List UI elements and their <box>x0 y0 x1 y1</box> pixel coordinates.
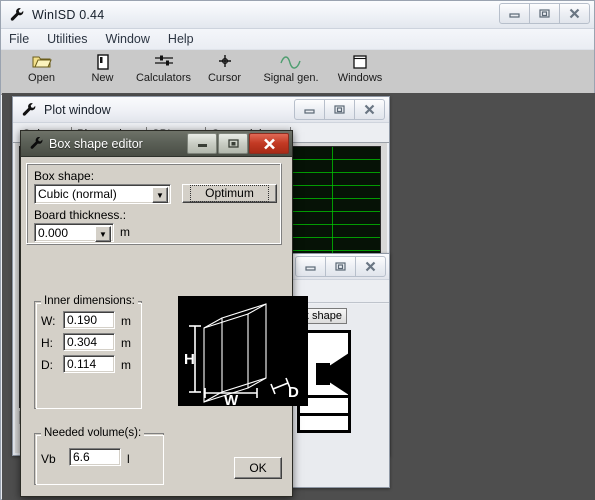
toolbar-button-signal-gen[interactable]: Signal gen. <box>255 50 327 95</box>
driver-window-titlebar <box>291 254 389 280</box>
plot-window-titlebar: Plot window <box>13 97 389 123</box>
height-label: H: <box>41 336 53 350</box>
width-unit: m <box>121 314 131 328</box>
inner-dimensions-legend: Inner dimensions: <box>41 295 138 307</box>
toolbar-button-cursor[interactable]: Cursor <box>194 50 255 95</box>
chevron-down-icon[interactable]: ▼ <box>95 226 111 242</box>
speaker-magnet-shape <box>316 363 330 385</box>
crosshair-cursor-icon <box>216 53 234 71</box>
toolbar-label-calculators: Calculators <box>135 72 192 84</box>
menubar: File Utilities Window Help <box>1 29 594 50</box>
app-title: WinISD 0.44 <box>32 7 105 22</box>
depth-label: D: <box>41 358 53 372</box>
signal-generator-icon <box>279 53 303 71</box>
plot-close-button[interactable] <box>354 99 385 120</box>
width-label: W: <box>41 314 56 328</box>
screen: WinISD 0.44 File Utilities Window Help O… <box>0 0 595 500</box>
height-unit: m <box>121 336 131 350</box>
plot-maximize-button[interactable] <box>324 99 355 120</box>
app-window-controls <box>499 3 590 24</box>
menu-item-file[interactable]: File <box>9 32 29 46</box>
wrench-icon <box>20 101 38 119</box>
box-editor-title: Box shape editor <box>49 136 143 151</box>
optimum-button-label: Optimum <box>190 185 269 202</box>
toolbar-button-new[interactable]: New <box>72 50 133 95</box>
vb-input[interactable]: 6.6 <box>69 448 121 466</box>
windows-icon <box>352 53 368 71</box>
app-minimize-button[interactable] <box>499 3 530 24</box>
toolbar-label-cursor: Cursor <box>207 72 241 84</box>
app-maximize-button[interactable] <box>529 3 560 24</box>
menu-item-utilities[interactable]: Utilities <box>47 32 87 46</box>
box-editor-client: Box shape: Cubic (normal) ▼ Optimum Boar… <box>26 161 308 493</box>
driver-minimize-button[interactable] <box>295 256 326 277</box>
box-shape-combobox[interactable]: Cubic (normal) ▼ <box>34 184 171 204</box>
board-thickness-unit: m <box>120 225 130 239</box>
vb-label: Vb <box>41 452 56 466</box>
ok-button[interactable]: OK <box>234 457 282 479</box>
app-titlebar: WinISD 0.44 <box>1 1 594 29</box>
driver-maximize-button[interactable] <box>325 256 356 277</box>
plot-window-title: Plot window <box>44 102 111 117</box>
chevron-down-icon[interactable]: ▼ <box>152 187 168 203</box>
folder-open-icon <box>32 53 52 71</box>
box-editor-window-controls <box>186 133 289 154</box>
diagram-height-label: H <box>184 351 195 368</box>
box-shape-label: Box shape: <box>34 169 95 183</box>
plot-window-controls <box>294 99 385 120</box>
box-wireframe-diagram: H W D <box>178 296 308 409</box>
box-editor-minimize-button[interactable] <box>187 133 217 154</box>
board-thickness-label: Board thickness.: <box>34 208 127 222</box>
menu-item-window[interactable]: Window <box>105 32 149 46</box>
depth-unit: m <box>121 358 131 372</box>
inner-dimensions-groupbox: Inner dimensions: W: 0.190 m H: 0.304 m … <box>34 295 142 409</box>
toolbar-label-signal-gen: Signal gen. <box>263 72 319 84</box>
box-shape-panel: Box shape: Cubic (normal) ▼ Optimum Boar… <box>26 163 282 245</box>
toolbar-label-open: Open <box>28 72 55 84</box>
driver-window-controls <box>295 256 386 277</box>
calculators-icon <box>153 53 175 71</box>
box-editor-close-button[interactable] <box>249 133 289 154</box>
divider-line-2 <box>300 413 348 416</box>
menu-item-help[interactable]: Help <box>168 32 194 46</box>
board-thickness-combobox[interactable]: 0.000 ▼ <box>34 223 114 242</box>
toolbar-label-windows: Windows <box>337 72 383 84</box>
driver-close-button[interactable] <box>355 256 386 277</box>
needed-volumes-legend: Needed volume(s): <box>41 427 145 439</box>
needed-volumes-groupbox: Needed volume(s): Vb 6.6 l <box>34 427 164 485</box>
wrench-icon <box>8 6 26 24</box>
app-close-button[interactable] <box>559 3 590 24</box>
toolbar-label-new: New <box>91 72 114 84</box>
toolbar-button-calculators[interactable]: Calculators <box>133 50 194 95</box>
toolbar-button-windows[interactable]: Windows <box>327 50 393 95</box>
wrench-icon <box>28 135 45 152</box>
vb-unit: l <box>127 452 130 466</box>
box-shape-editor-dialog[interactable]: Box shape editor Box shape: Cubic (norma… <box>20 130 308 497</box>
plot-minimize-button[interactable] <box>294 99 325 120</box>
optimum-button[interactable]: Optimum <box>182 184 277 203</box>
diagram-width-label: W <box>224 392 239 406</box>
box-editor-titlebar: Box shape editor <box>21 131 292 157</box>
box-editor-maximize-button[interactable] <box>218 133 248 154</box>
depth-input[interactable]: 0.114 <box>63 355 115 373</box>
height-input[interactable]: 0.304 <box>63 333 115 351</box>
width-input[interactable]: 0.190 <box>63 311 115 329</box>
toolbar-button-open[interactable]: Open <box>11 50 72 95</box>
board-thickness-value: 0.000 <box>38 225 69 240</box>
toolbar: Open New Calculators Cursor Signal gen. … <box>1 50 594 95</box>
box-shape-value: Cubic (normal) <box>38 187 117 201</box>
new-document-icon <box>96 53 110 71</box>
diagram-depth-label: D <box>288 384 299 401</box>
